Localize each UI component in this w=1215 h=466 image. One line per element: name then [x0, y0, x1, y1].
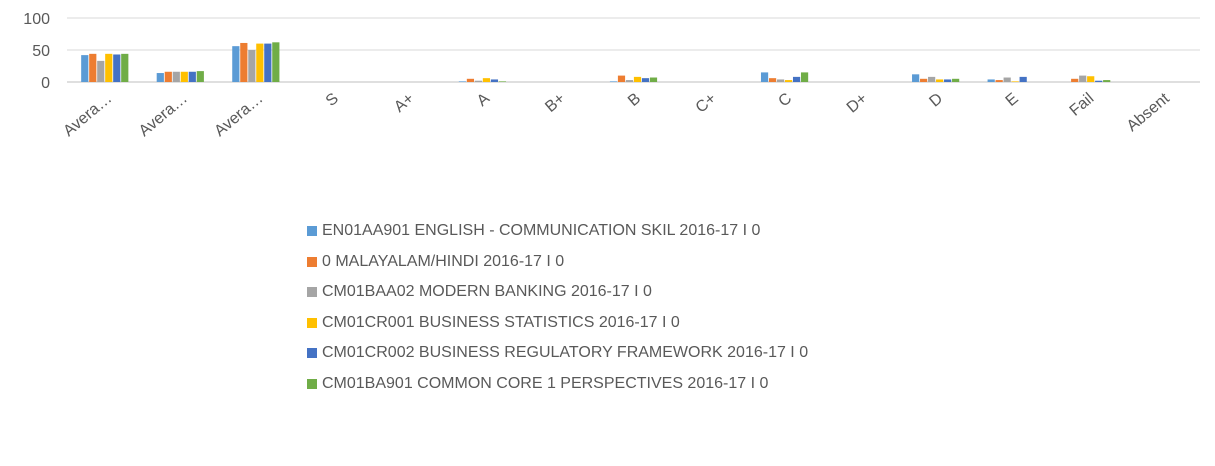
bar [256, 43, 264, 82]
bar [498, 81, 507, 82]
x-tick-label: E [1003, 90, 1022, 110]
bar [768, 78, 777, 82]
bar [458, 81, 467, 82]
bar [1071, 78, 1079, 82]
x-tick-label: B+ [542, 90, 568, 116]
bar [792, 76, 801, 82]
y-tick-label: 50 [32, 43, 50, 60]
bar [172, 71, 180, 82]
bar [188, 71, 196, 82]
x-tick-label: B [625, 90, 644, 110]
bar [89, 53, 97, 82]
legend-swatch [307, 317, 317, 328]
legend-item: EN01AA901 ENGLISH - COMMUNICATION SKIL 2… [307, 216, 1207, 247]
bar [264, 43, 272, 82]
bar [920, 78, 928, 82]
x-tick-label: S [323, 90, 342, 110]
bar [617, 75, 626, 82]
bar [490, 79, 499, 82]
x-tick-label: D [926, 90, 946, 110]
x-tick-label: A [474, 90, 493, 110]
bar [1079, 75, 1087, 82]
legend-swatch [307, 256, 317, 267]
bar [649, 77, 658, 82]
bar [1087, 76, 1095, 82]
bar [196, 71, 204, 82]
bar [482, 78, 491, 82]
bar [248, 50, 256, 82]
legend-label: CM01BAA02 MODERN BANKING 2016-17 I 0 [322, 283, 652, 301]
legend-swatch [307, 378, 317, 389]
bar [164, 71, 172, 82]
bar [272, 42, 280, 82]
bar [1095, 80, 1103, 82]
bar [995, 80, 1003, 82]
bar [987, 79, 995, 82]
bar [81, 55, 89, 82]
bar [105, 53, 113, 82]
bar [641, 78, 650, 82]
bar [156, 73, 164, 82]
x-tick-label: Avera… [211, 90, 266, 140]
bar [97, 60, 105, 82]
x-tick-label: Absent [1124, 90, 1174, 135]
bar [1003, 77, 1011, 82]
x-tick-label: C [775, 90, 795, 110]
legend-item: CM01BAA02 MODERN BANKING 2016-17 I 0 [307, 277, 1207, 308]
bar [1011, 81, 1019, 82]
bar [240, 42, 248, 82]
bar-chart-plot: 0 50 100 Avera… Avera… Avera… S A+ A B+ B C+ C D+ D E Fa… [23, 11, 1200, 140]
bar [936, 79, 944, 82]
legend-item: CM01BA901 COMMON CORE 1 PERSPECTIVES 201… [307, 369, 1207, 400]
legend-swatch [307, 348, 317, 359]
legend: EN01AA901 ENGLISH - COMMUNICATION SKIL 2… [307, 216, 1207, 399]
y-tick-label: 0 [41, 75, 50, 92]
legend-item: CM01CR002 BUSINESS REGULATORY FRAMEWORK … [307, 338, 1207, 369]
legend-label: 0 MALAYALAM/HINDI 2016-17 I 0 [322, 252, 565, 270]
x-tick-label: Avera… [60, 90, 115, 140]
x-tick-label: D+ [844, 90, 871, 116]
bar [1103, 80, 1111, 82]
bar [633, 76, 642, 82]
bar [474, 80, 483, 82]
bar [625, 80, 634, 82]
legend-label: EN01AA901 ENGLISH - COMMUNICATION SKIL 2… [322, 222, 761, 240]
x-tick-label: Avera… [136, 90, 191, 140]
bar [800, 72, 809, 82]
bar [928, 76, 936, 82]
bar [912, 74, 920, 82]
bar [952, 78, 960, 82]
bar [1019, 76, 1027, 82]
legend-label: CM01BA901 COMMON CORE 1 PERSPECTIVES 201… [322, 374, 769, 392]
bar [113, 54, 121, 82]
bar [760, 72, 769, 82]
bar [180, 71, 188, 82]
x-tick-label: C+ [693, 90, 720, 116]
legend-label: CM01CR001 BUSINESS STATISTICS 2016-17 I … [322, 313, 680, 331]
legend-label: CM01CR002 BUSINESS REGULATORY FRAMEWORK … [322, 344, 809, 362]
legend-item: CM01CR001 BUSINESS STATISTICS 2016-17 I … [307, 308, 1207, 339]
bar [784, 80, 793, 82]
chart: 0 50 100 Avera… Avera… Avera… S A+ A B+ B C+ C D+ D E Fa… [0, 0, 1215, 466]
bar [121, 53, 129, 82]
x-tick-label: A+ [391, 90, 417, 116]
bar [776, 79, 785, 82]
legend-swatch [307, 226, 317, 237]
x-tick-label: Fail [1067, 90, 1098, 120]
bar [944, 79, 952, 82]
y-tick-label: 100 [23, 11, 50, 28]
legend-item: 0 MALAYALAM/HINDI 2016-17 I 0 [307, 247, 1207, 278]
legend-swatch [307, 287, 317, 298]
bar [232, 46, 240, 82]
bar [466, 78, 475, 82]
bar [609, 81, 618, 82]
